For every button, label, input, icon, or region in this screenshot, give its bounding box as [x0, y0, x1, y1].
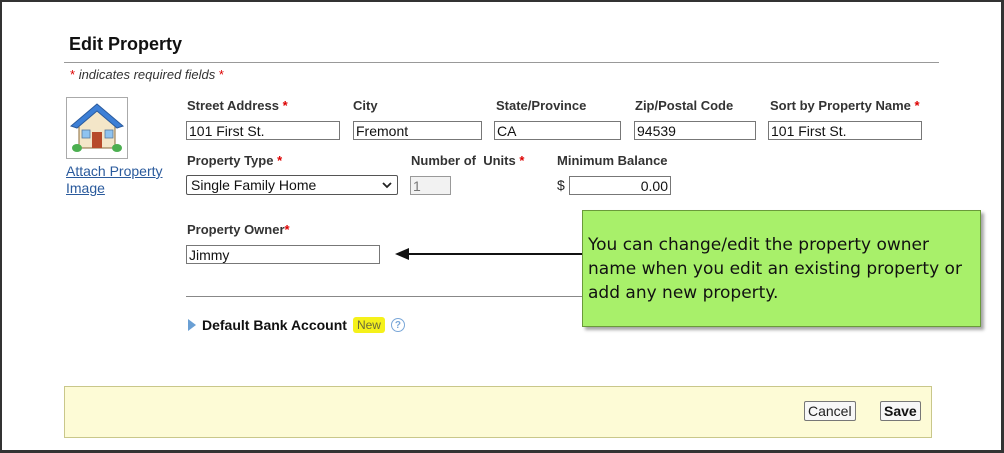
- required-star: *: [914, 98, 920, 113]
- title-divider: [64, 62, 939, 63]
- cancel-button[interactable]: Cancel: [804, 401, 856, 421]
- street-address-input[interactable]: [186, 121, 340, 140]
- property-type-value: Single Family Home: [191, 177, 317, 193]
- units-label: Number of Units *: [411, 153, 524, 168]
- city-label: City: [353, 98, 378, 113]
- state-label: State/Province: [496, 98, 587, 113]
- state-input[interactable]: [494, 121, 621, 140]
- zip-input[interactable]: [634, 121, 756, 140]
- sort-name-input[interactable]: [768, 121, 922, 140]
- street-address-label: Street Address *: [187, 98, 288, 113]
- units-label-text: Number of Units: [411, 153, 516, 168]
- street-address-label-text: Street Address: [187, 98, 279, 113]
- property-owner-label-text: Property Owner: [187, 222, 285, 237]
- min-balance-input[interactable]: [569, 176, 671, 195]
- chevron-down-icon: [382, 182, 392, 189]
- required-star: *: [70, 67, 76, 82]
- attach-property-image-link[interactable]: Attach Property Image: [66, 163, 176, 197]
- house-icon[interactable]: [66, 97, 128, 159]
- callout-note: You can change/edit the property owner n…: [582, 210, 981, 327]
- new-badge: New: [352, 317, 385, 333]
- property-type-label: Property Type *: [187, 153, 282, 168]
- default-bank-account-toggle[interactable]: Default Bank Account New ?: [188, 317, 405, 333]
- help-icon[interactable]: ?: [390, 318, 405, 332]
- property-type-select[interactable]: Single Family Home: [186, 175, 398, 195]
- city-input[interactable]: [353, 121, 482, 140]
- currency-symbol: $: [557, 177, 565, 193]
- section-divider: [186, 296, 582, 297]
- property-owner-input[interactable]: [186, 245, 380, 264]
- property-type-label-text: Property Type: [187, 153, 274, 168]
- page-title: Edit Property: [69, 34, 183, 54]
- required-note-text: indicates required fields: [78, 67, 216, 82]
- zip-label: Zip/Postal Code: [635, 98, 734, 113]
- required-star: *: [284, 222, 290, 237]
- required-star: *: [277, 153, 283, 168]
- units-input[interactable]: [410, 176, 451, 195]
- required-star: *: [282, 98, 288, 113]
- required-fields-note: * indicates required fields *: [70, 67, 224, 82]
- required-star: *: [218, 67, 224, 82]
- required-star: *: [519, 153, 525, 168]
- sort-name-label-text: Sort by Property Name: [770, 98, 911, 113]
- bank-account-label: Default Bank Account: [202, 317, 347, 333]
- action-footer: Cancel Save: [64, 386, 932, 438]
- sort-name-label: Sort by Property Name *: [770, 98, 920, 113]
- save-button[interactable]: Save: [880, 401, 921, 421]
- property-owner-label: Property Owner*: [187, 222, 290, 237]
- callout-text: You can change/edit the property owner n…: [588, 235, 962, 303]
- min-balance-label: Minimum Balance: [557, 153, 668, 168]
- expand-triangle-icon: [188, 319, 196, 331]
- callout-arrow-icon: [395, 248, 583, 260]
